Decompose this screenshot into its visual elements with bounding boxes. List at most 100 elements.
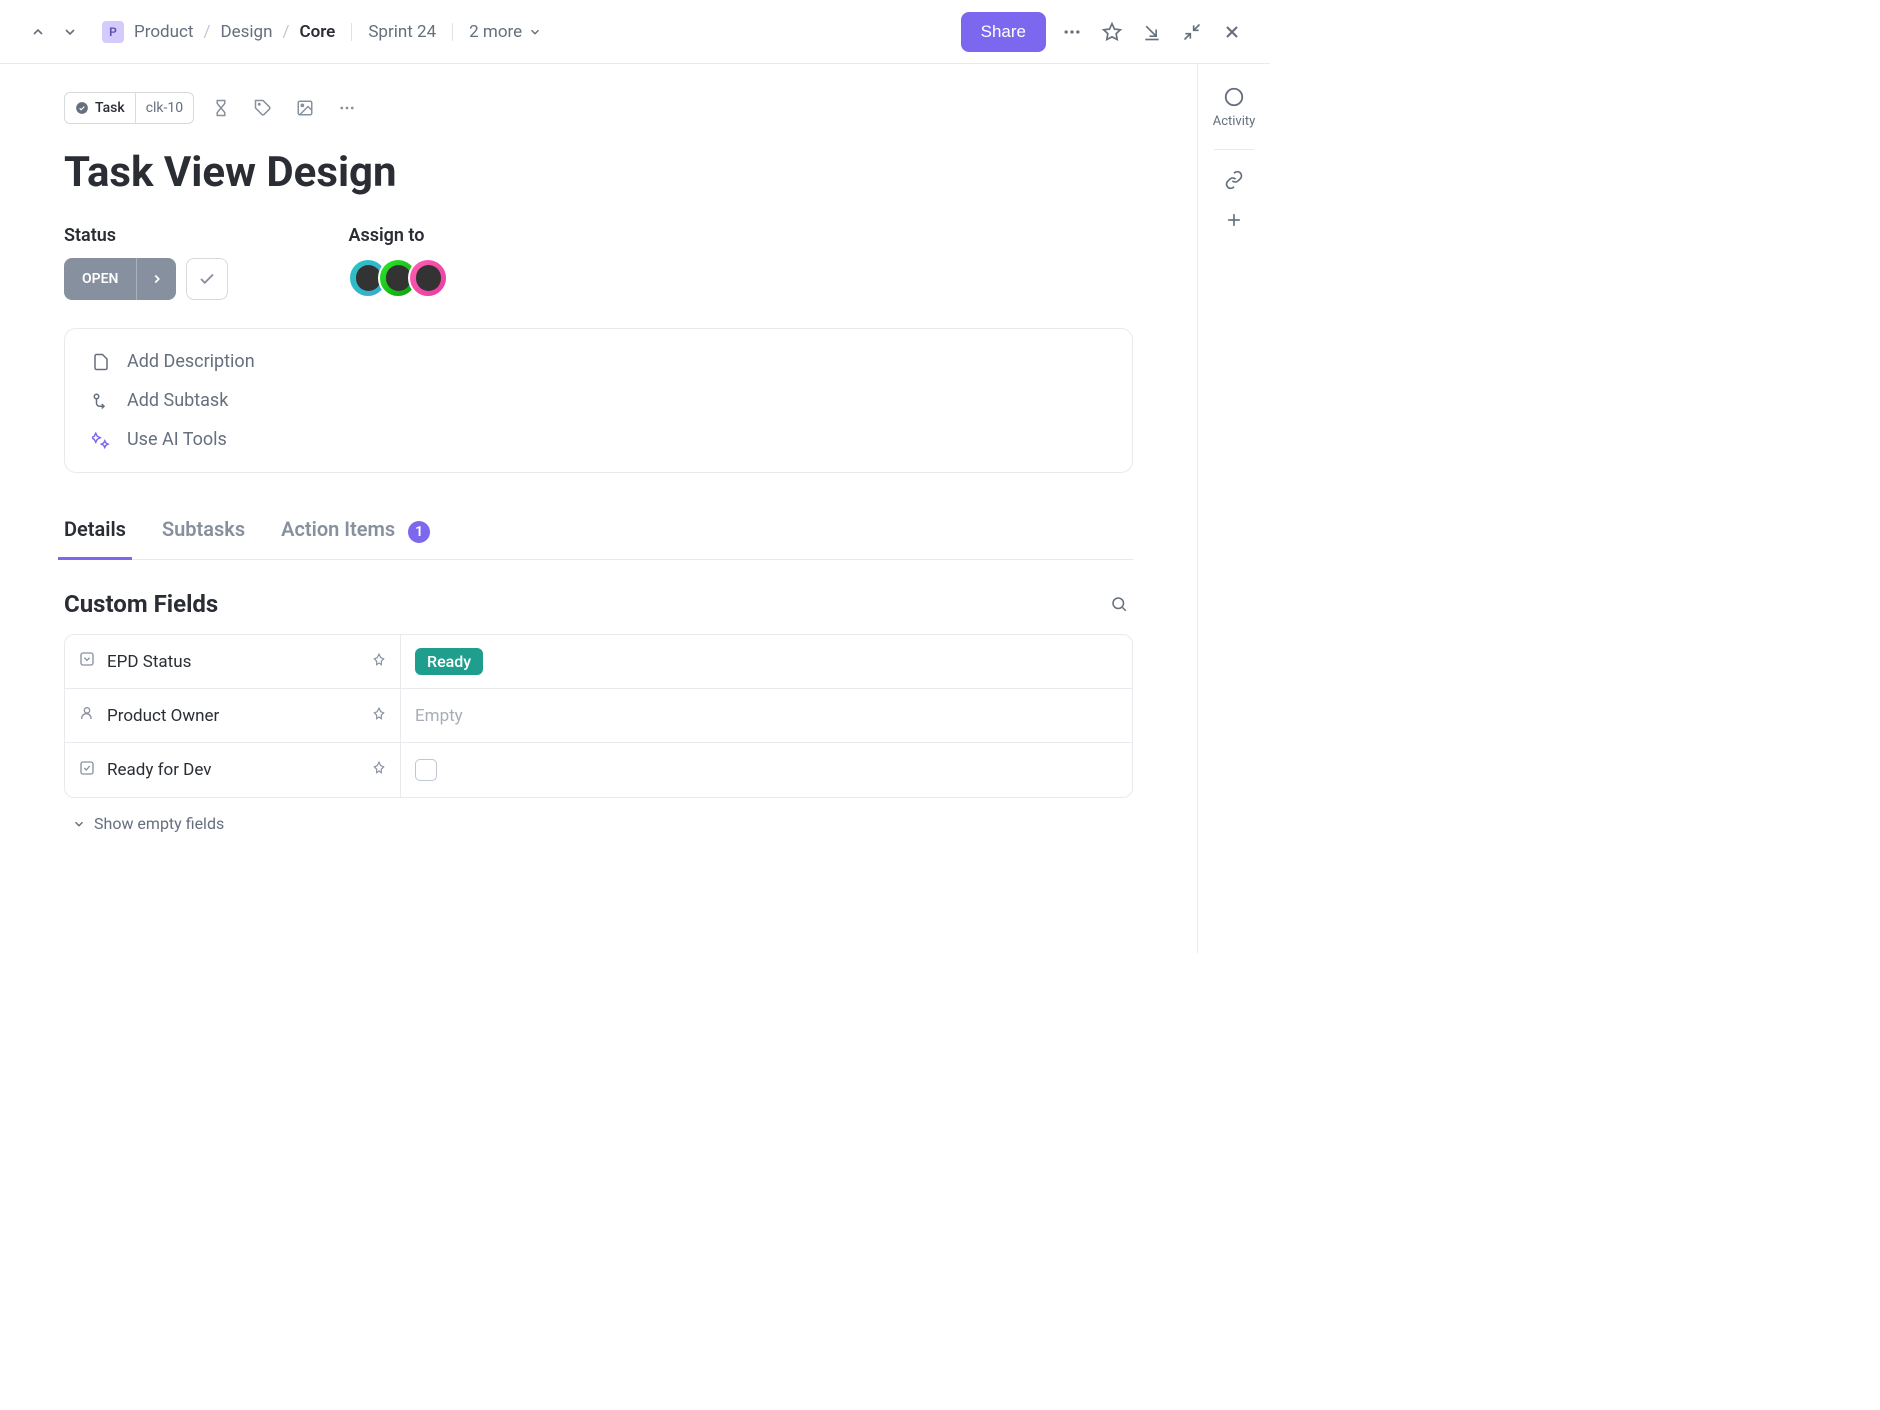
check-circle-icon [75, 101, 89, 115]
breadcrumb-more[interactable]: 2 more [469, 22, 542, 42]
task-type: Task [65, 93, 136, 123]
dots-horizontal-icon [1062, 22, 1082, 42]
project-icon[interactable]: P [102, 21, 124, 43]
field-tag: Ready [415, 648, 483, 675]
chevron-down-icon [62, 24, 78, 40]
custom-field-value-cell[interactable] [401, 743, 1132, 797]
add-subtask-label: Add Subtask [127, 390, 228, 411]
show-empty-fields-button[interactable]: Show empty fields [64, 814, 1133, 833]
hourglass-icon [212, 99, 230, 117]
tabs: Details Subtasks Action Items 1 [64, 509, 1133, 560]
download-icon [1142, 22, 1162, 42]
pin-button[interactable] [372, 760, 386, 780]
hourglass-button[interactable] [206, 93, 236, 123]
status-field: Status OPEN [64, 225, 228, 300]
dropdown-field-icon [79, 651, 95, 672]
star-button[interactable] [1098, 18, 1126, 46]
share-button[interactable]: Share [961, 12, 1046, 52]
status-button[interactable]: OPEN [64, 258, 176, 300]
status-group: OPEN [64, 258, 228, 300]
chevron-down-icon [528, 25, 542, 39]
custom-field-value-cell[interactable]: Empty [401, 689, 1132, 742]
avatar[interactable] [408, 258, 448, 298]
pin-icon [372, 653, 386, 667]
pin-button[interactable] [372, 652, 386, 672]
search-fields-button[interactable] [1105, 590, 1133, 618]
divider [1214, 149, 1254, 150]
assign-field: Assign to [348, 225, 448, 300]
more-meta-button[interactable] [332, 93, 362, 123]
search-icon [1110, 595, 1128, 613]
add-description-button[interactable]: Add Description [91, 351, 1106, 372]
download-button[interactable] [1138, 18, 1166, 46]
chevron-up-icon [30, 24, 46, 40]
close-icon [1222, 22, 1242, 42]
breadcrumb-item-design[interactable]: Design [220, 22, 272, 42]
activity-button[interactable]: Activity [1213, 86, 1256, 129]
tab-action-badge: 1 [408, 521, 430, 543]
chevron-down-icon [72, 817, 86, 831]
custom-fields-title: Custom Fields [64, 590, 218, 618]
checkbox-field-icon [79, 760, 95, 781]
plus-icon [1224, 210, 1244, 230]
custom-field-value-cell[interactable]: Ready [401, 635, 1132, 688]
status-value: OPEN [64, 271, 136, 287]
custom-field-label-cell[interactable]: Product Owner [65, 689, 401, 742]
header-actions: Share [961, 12, 1246, 52]
sparkle-icon [91, 431, 111, 449]
breadcrumb-item-product[interactable]: Product [134, 22, 193, 42]
field-checkbox[interactable] [415, 759, 437, 781]
breadcrumb-sprint[interactable]: Sprint 24 [368, 22, 436, 42]
main-content: Task clk-10 Task View Design Status [0, 64, 1198, 953]
more-options-button[interactable] [1058, 18, 1086, 46]
task-id: clk-10 [136, 100, 193, 116]
tab-action-items[interactable]: Action Items 1 [281, 509, 430, 559]
task-type-label: Task [95, 100, 125, 116]
task-type-pill[interactable]: Task clk-10 [64, 92, 194, 124]
star-icon [1102, 22, 1122, 42]
custom-field-label-cell[interactable]: EPD Status [65, 635, 401, 688]
tab-subtasks[interactable]: Subtasks [162, 509, 245, 559]
custom-field-row: Ready for Dev [65, 743, 1132, 797]
pin-button[interactable] [372, 706, 386, 726]
field-empty: Empty [415, 706, 463, 726]
add-subtask-button[interactable]: Add Subtask [91, 390, 1106, 411]
tab-details[interactable]: Details [64, 509, 126, 559]
tag-icon [254, 99, 272, 117]
pin-icon [372, 761, 386, 775]
image-button[interactable] [290, 93, 320, 123]
pin-icon [372, 707, 386, 721]
divider [351, 23, 352, 41]
show-empty-label: Show empty fields [94, 814, 224, 833]
close-button[interactable] [1218, 18, 1246, 46]
document-icon [91, 353, 111, 371]
task-meta-row: Task clk-10 [64, 92, 1133, 124]
breadcrumb-separator: / [282, 22, 289, 42]
nav-arrows [24, 18, 84, 46]
add-panel-button[interactable] [1224, 210, 1244, 230]
breadcrumb-separator: / [203, 22, 210, 42]
collapse-icon [1182, 22, 1202, 42]
layout: Task clk-10 Task View Design Status [0, 64, 1270, 953]
breadcrumb-item-core[interactable]: Core [299, 22, 335, 42]
link-button[interactable] [1224, 170, 1244, 190]
breadcrumb-more-label: 2 more [469, 22, 522, 42]
status-next-button[interactable] [136, 258, 176, 300]
use-ai-button[interactable]: Use AI Tools [91, 429, 1106, 450]
assignee-avatars[interactable] [348, 258, 448, 298]
fields-row: Status OPEN Assign to [64, 225, 1133, 300]
collapse-button[interactable] [1178, 18, 1206, 46]
complete-button[interactable] [186, 258, 228, 300]
task-title[interactable]: Task View Design [64, 148, 1133, 197]
custom-field-label: Product Owner [107, 706, 219, 726]
use-ai-label: Use AI Tools [127, 429, 227, 450]
tag-button[interactable] [248, 93, 278, 123]
custom-field-label: Ready for Dev [107, 760, 211, 780]
nav-next-button[interactable] [56, 18, 84, 46]
assign-label: Assign to [348, 225, 448, 246]
nav-prev-button[interactable] [24, 18, 52, 46]
breadcrumb: P Product / Design / Core Sprint 24 2 mo… [102, 21, 542, 43]
header: P Product / Design / Core Sprint 24 2 mo… [0, 0, 1270, 64]
suggestions-box: Add Description Add Subtask Use AI Tools [64, 328, 1133, 473]
custom-field-label-cell[interactable]: Ready for Dev [65, 743, 401, 797]
